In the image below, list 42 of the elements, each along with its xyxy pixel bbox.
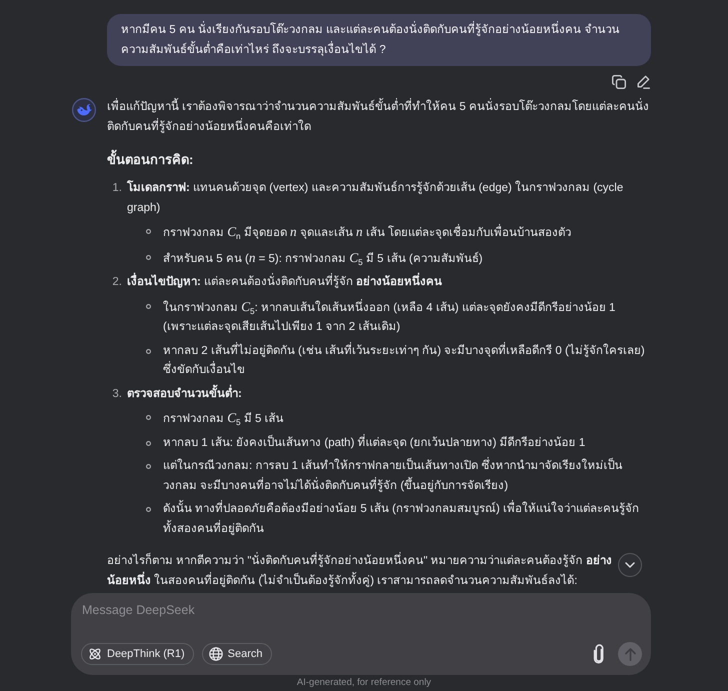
bullet-text: ดังนั้น ทางที่ปลอดภัยคือต้องมีอย่างน้อย 5 เส้น (กราฟวงกลมสมบูรณ์) เพื่อให้แน่ใจว่าแต่ละคนรู้จักทั้งสองคนที่อยู่ติดกัน bbox=[163, 500, 651, 539]
step-number: 2. bbox=[111, 275, 123, 290]
bullet-text: กราฟวงกลม C$_{n}$ มีจุดยอด n จุดและเส้น n เส้น โดยแต่ละจุดเชื่อมกับเพื่อนบ้านสองตัว bbox=[163, 223, 572, 243]
globe-icon bbox=[208, 647, 223, 661]
conclusion-text: อย่างไรก็ตาม หากตีความว่า "นั่งติดกับคนที่รู้จักอย่างน้อยหนึ่งคน" หมายความว่าแต่ละคนต้องรู้จัก อย่างน้อยหนึ่ง ในสองคนที่อยู่ติดกัน (ไม่จำเป็นต้องรู้จักทั้งคู่) เราสามารถลดจำนวนความสัมพันธ์ลงได้: bbox=[107, 552, 615, 591]
bullet-icon bbox=[146, 304, 151, 309]
deepthink-button[interactable]: DeepThink (R1) bbox=[81, 643, 194, 665]
step-text: โมเดลกราฟ: แทนคนด้วยจุด (vertex) และความสัมพันธ์การรู้จักด้วยเส้น (edge) ในกราฟวงกลม (cycle graph) bbox=[127, 179, 624, 216]
bullet-icon bbox=[146, 229, 151, 234]
bullet-text: ในกราฟวงกลม C$_{5}$: หากลบเส้นใดเส้นหนึ่งออก (เหลือ 4 เส้น) แต่ละจุดยังคงมีดีกรีอย่างน้อย 1 (เพราะแต่ละจุดเสียเส้นไปเพียง 1 จาก 2 เส้นเดิม) bbox=[163, 298, 616, 335]
intro-text: เพื่อแก้ปัญหานี้ เราต้องพิจารณาว่าจำนวนความสัมพันธ์ขั้นต่ำที่ทำให้คน 5 คนนั่งรอบโต๊ะวงกลมโดยแต่ละคนนั่งติดกับคนที่รู้จักอย่างน้อยหนึ่งคนคือเท่าใด bbox=[107, 98, 651, 137]
message-input[interactable]: Message DeepSeek bbox=[81, 600, 642, 620]
section-heading: ขั้นตอนการคิด: bbox=[107, 150, 651, 170]
bullet-icon bbox=[146, 254, 151, 260]
arrow-up-icon bbox=[624, 648, 636, 660]
copy-icon bbox=[612, 75, 626, 89]
bullet-text: แต่ในกรณีวงกลม: การลบ 1 เส้นทำให้กราฟกลายเป็นเส้นทางเปิด ซึ่งหากนำมาจัดเรียงใหม่เป็นวงกลม จะมีบางคนที่อาจไม่ได้นั่งติดกับคนที่รู้จัก (ขึ้นอยู่กับการจัดเรียง) bbox=[163, 457, 651, 496]
pencil-icon bbox=[636, 75, 650, 89]
copy-button[interactable] bbox=[612, 75, 626, 89]
bullet-icon bbox=[146, 507, 151, 512]
bullet-icon bbox=[146, 348, 151, 354]
bullet-icon bbox=[146, 464, 151, 470]
step-text: เงื่อนไขปัญหา: แต่ละคนต้องนั่งติดกับคนที่รู้จัก อย่างน้อยหนึ่งคน bbox=[127, 273, 651, 292]
attach-button[interactable] bbox=[593, 644, 605, 664]
chevron-down-icon bbox=[625, 562, 635, 568]
step-number: 3. bbox=[111, 386, 123, 402]
bullet-icon bbox=[146, 415, 151, 420]
step-text: ตรวจสอบจำนวนขั้นต่ำ: bbox=[127, 384, 651, 404]
bullet-icon bbox=[146, 440, 151, 446]
user-message-bubble: หากมีคน 5 คน นั่งเรียงกันรอบโต๊ะวงกลม และแต่ละคนต้องนั่งติดกับคนที่รู้จักอย่างน้อยหนึ่งคน จำนวนความสัมพันธ์ขั้นต่ำคือเท่าไหร่ ถึงจะบรรลุเงื่อนไขได้ ? bbox=[107, 14, 651, 66]
scroll-down-button[interactable] bbox=[618, 553, 642, 577]
bullet-text: กราฟวงกลม C$_{5}$ มี 5 เส้น bbox=[163, 409, 285, 429]
atom-icon bbox=[88, 647, 102, 661]
bullet-text: สำหรับคน 5 คน (n = 5): กราฟวงกลม C$_{5}$ มี 5 เส้น (ความสัมพันธ์) bbox=[163, 248, 484, 268]
whale-avatar-icon bbox=[72, 98, 96, 122]
paperclip-icon bbox=[593, 644, 605, 664]
disclaimer-text: AI-generated, for reference only bbox=[296, 677, 432, 689]
bullet-text: หากลบ 2 เส้นที่ไม่อยู่ติดกัน (เช่น เส้นที่เว้นระยะเท่าๆ กัน) จะมีบางจุดที่เหลือดีกรี 0 (ไม่รู้จักใครเลย) ซึ่งขัดกับเงื่อนไข bbox=[163, 342, 651, 380]
search-button[interactable]: Search bbox=[202, 643, 272, 665]
step-number: 1. bbox=[111, 181, 123, 196]
bullet-text: หากลบ 1 เส้น: ยังคงเป็นเส้นทาง (path) ที่แต่ละจุด (ยกเว้นปลายทาง) มีดีกรีอย่างน้อย 1 bbox=[163, 434, 651, 453]
edit-button[interactable] bbox=[636, 75, 650, 89]
